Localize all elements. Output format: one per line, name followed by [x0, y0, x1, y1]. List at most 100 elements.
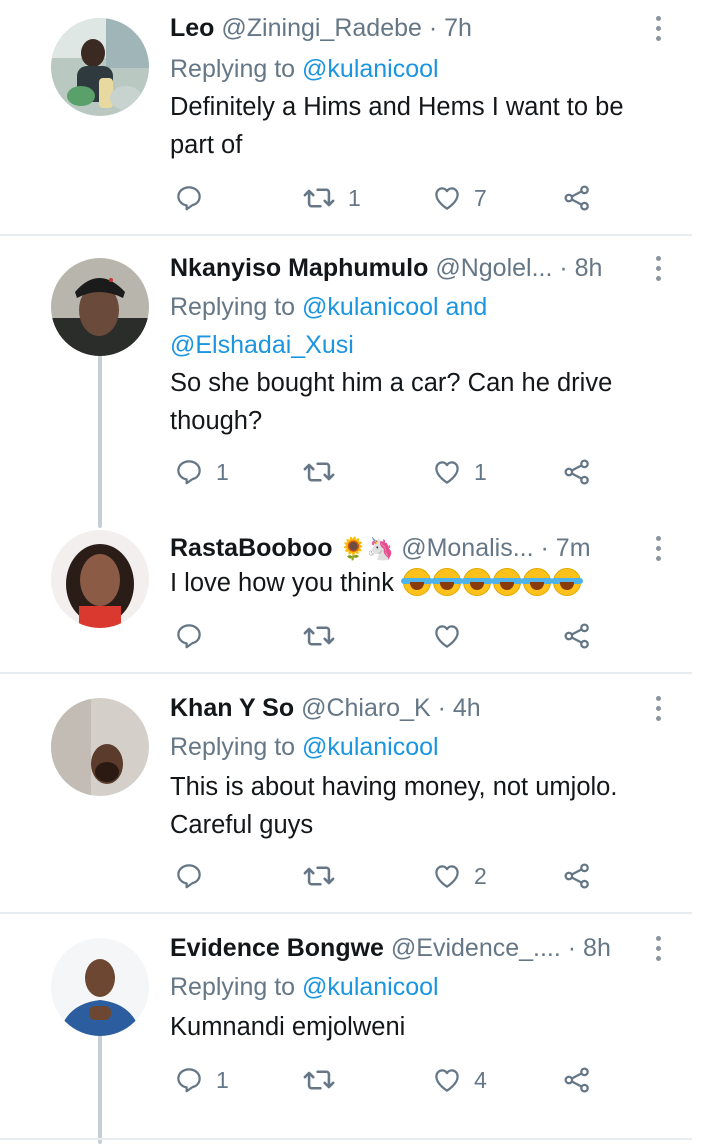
tweet[interactable]: Evidence Bongwe @Evidence_.... · 8h Repl…: [0, 928, 720, 1144]
reply-button[interactable]: [174, 856, 204, 896]
like-icon: [432, 1065, 462, 1095]
replying-to-link[interactable]: @Elshadai_Xusi: [170, 326, 680, 364]
tweet-text-line: Careful guys: [170, 811, 314, 839]
replying-to-link[interactable]: @kulanicool: [302, 973, 439, 1001]
retweet-button[interactable]: [302, 1060, 336, 1100]
reply-icon: [174, 457, 204, 487]
replying-to: Replying to @kulanicool and @Elshadai_Xu…: [170, 288, 680, 364]
share-button[interactable]: [562, 1060, 592, 1100]
avatar[interactable]: [51, 258, 149, 356]
replying-to-link[interactable]: @kulanicool: [302, 733, 439, 761]
display-name[interactable]: Evidence Bongwe: [170, 934, 384, 962]
user-handle[interactable]: @Chiaro_K: [301, 694, 431, 722]
replying-to: Replying to @kulanicool: [170, 50, 680, 88]
tweet-actions: 1 7: [170, 178, 610, 218]
like-button[interactable]: 1: [432, 452, 487, 492]
like-icon: [432, 183, 462, 213]
replying-to-label: Replying to: [170, 733, 296, 761]
retweet-icon: [302, 1063, 336, 1097]
tweet-header: RastaBooboo 🌻🦄 @Monalis... · 7m: [170, 528, 650, 568]
tweet[interactable]: Leo @Ziningi_Radebe · 7h Replying to @ku…: [0, 8, 720, 232]
user-handle[interactable]: @Ziningi_Radebe: [221, 14, 422, 42]
more-icon[interactable]: [654, 936, 662, 962]
tweet[interactable]: Khan Y So @Chiaro_K · 4h Replying to @ku…: [0, 688, 720, 912]
retweet-button[interactable]: [302, 616, 336, 656]
like-button[interactable]: 4: [432, 1060, 487, 1100]
user-handle[interactable]: @Evidence_....: [391, 934, 561, 962]
reply-button[interactable]: [174, 178, 216, 218]
replying-to-link[interactable]: @kulanicool and: [302, 293, 487, 321]
reply-button[interactable]: 1: [174, 452, 229, 492]
reply-icon: [174, 183, 204, 213]
like-count: 1: [474, 458, 487, 485]
more-icon[interactable]: [654, 256, 662, 282]
reply-icon: [174, 861, 204, 891]
user-handle[interactable]: @Monalis...: [401, 534, 533, 562]
more-icon[interactable]: [654, 536, 662, 562]
tweet[interactable]: RastaBooboo 🌻🦄 @Monalis... · 7m I love h…: [0, 528, 720, 668]
timestamp: · 7m: [540, 534, 591, 562]
share-icon: [562, 457, 592, 487]
retweet-button[interactable]: [302, 856, 336, 896]
share-button[interactable]: [562, 616, 592, 656]
display-name[interactable]: RastaBooboo: [170, 534, 333, 562]
retweet-button[interactable]: [302, 452, 348, 492]
tweet-text-line: Definitely a Hims and Hems I want to be: [170, 93, 624, 121]
thread-line: [98, 352, 102, 528]
replying-to-link[interactable]: @kulanicool: [302, 55, 439, 83]
more-icon[interactable]: [654, 696, 662, 722]
tweet-header: Khan Y So @Chiaro_K · 4h: [170, 688, 650, 728]
retweet-icon: [302, 619, 336, 653]
more-icon[interactable]: [654, 16, 662, 42]
divider: [0, 912, 692, 914]
avatar[interactable]: [51, 938, 149, 1036]
avatar[interactable]: [51, 530, 149, 628]
reply-count: 1: [216, 458, 229, 485]
avatar[interactable]: [51, 18, 149, 116]
share-button[interactable]: [562, 452, 592, 492]
like-count: 2: [474, 862, 487, 889]
reply-button[interactable]: 1: [174, 1060, 229, 1100]
share-icon: [562, 1065, 592, 1095]
display-name[interactable]: Leo: [170, 14, 214, 42]
timestamp: · 8h: [559, 254, 603, 282]
tweet-text: So she bought him a car? Can he drive th…: [170, 364, 680, 440]
retweet-icon: [302, 181, 336, 215]
like-button[interactable]: [432, 616, 462, 656]
retweet-icon: [302, 455, 336, 489]
like-icon: [432, 621, 462, 651]
replying-to-label: Replying to: [170, 973, 296, 1001]
timestamp: · 8h: [567, 934, 611, 962]
tweet-text: This is about having money, not umjolo. …: [170, 768, 680, 844]
tweet-text-line: I love how you think: [170, 569, 394, 597]
user-handle[interactable]: @Ngolel...: [435, 254, 552, 282]
retweet-button[interactable]: 1: [302, 178, 361, 218]
reply-button[interactable]: [174, 616, 204, 656]
share-icon: [562, 621, 592, 651]
tweet-actions: 2: [170, 856, 610, 896]
display-name[interactable]: Nkanyiso Maphumulo: [170, 254, 428, 282]
laughing-emoji-icon: [401, 568, 584, 597]
like-icon: [432, 861, 462, 891]
share-icon: [562, 861, 592, 891]
avatar[interactable]: [51, 698, 149, 796]
tweet-text: I love how you think: [170, 564, 680, 602]
like-button[interactable]: 7: [432, 178, 487, 218]
tweet-actions: 1 4: [170, 1060, 610, 1100]
retweet-count: 1: [348, 184, 361, 211]
share-button[interactable]: [562, 856, 592, 896]
like-button[interactable]: 2: [432, 856, 487, 896]
like-count: 4: [474, 1066, 487, 1093]
tweet[interactable]: Nkanyiso Maphumulo @Ngolel... · 8h Reply…: [0, 248, 720, 528]
display-name[interactable]: Khan Y So: [170, 694, 294, 722]
replying-to-label: Replying to: [170, 55, 296, 83]
reply-count: 1: [216, 1066, 229, 1093]
timestamp: · 7h: [428, 14, 472, 42]
share-button[interactable]: [562, 178, 592, 218]
reply-icon: [174, 621, 204, 651]
tweet-text-line: This is about having money, not umjolo.: [170, 773, 618, 801]
divider: [0, 672, 692, 674]
like-count: 7: [474, 184, 487, 211]
tweet-header: Evidence Bongwe @Evidence_.... · 8h: [170, 928, 650, 968]
share-icon: [562, 183, 592, 213]
